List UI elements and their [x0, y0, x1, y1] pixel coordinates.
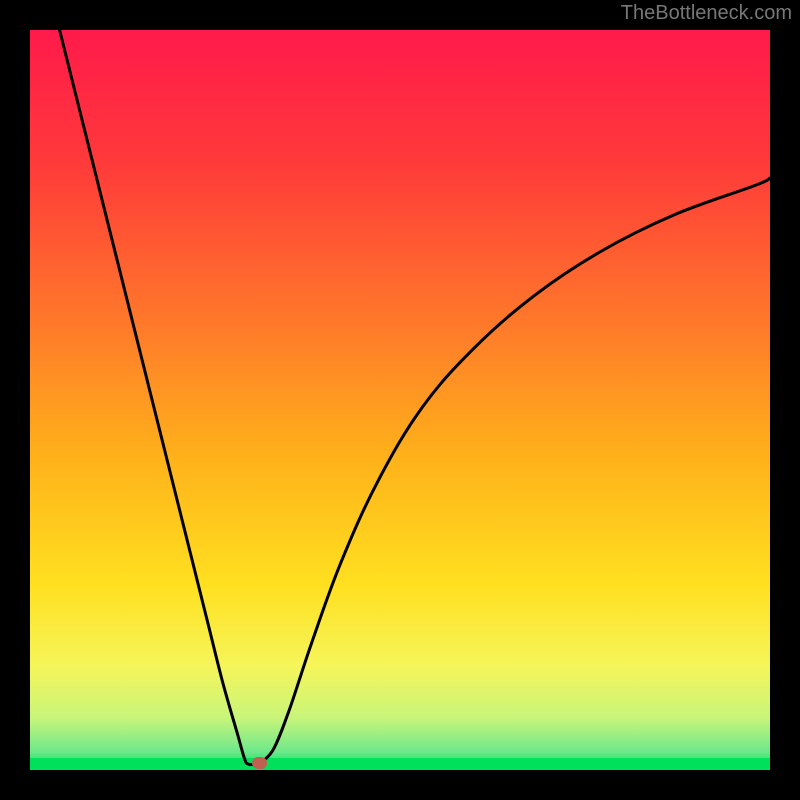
bottleneck-curve	[60, 30, 770, 765]
chart-frame: TheBottleneck.com	[0, 0, 800, 800]
curve-svg	[30, 30, 770, 770]
plot-area	[30, 30, 770, 770]
watermark-text: TheBottleneck.com	[621, 2, 792, 25]
minimum-dot	[252, 757, 267, 769]
